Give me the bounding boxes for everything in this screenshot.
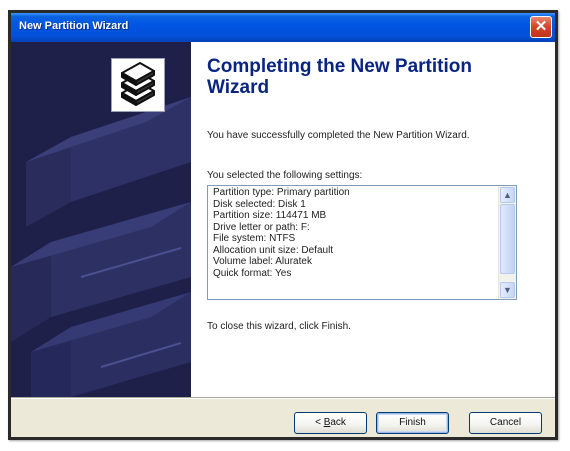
setting-line: Quick format: Yes: [213, 267, 292, 279]
back-button[interactable]: < Back: [294, 412, 367, 434]
scroll-up-button[interactable]: ▲: [500, 187, 515, 203]
settings-label: You selected the following settings:: [207, 170, 363, 181]
page-title: Completing the New Partition Wizard: [207, 56, 472, 98]
wizard-side-panel: [11, 42, 191, 397]
success-message: You have successfully completed the New …: [207, 130, 470, 141]
chevron-up-icon: ▲: [503, 190, 512, 200]
window-title: New Partition Wizard: [19, 20, 129, 32]
setting-line: Drive letter or path: F:: [213, 221, 310, 233]
stacked-disks-icon: [111, 58, 165, 112]
scroll-down-button[interactable]: ▼: [500, 282, 515, 298]
wizard-content: Completing the New Partition Wizard You …: [191, 42, 555, 397]
settings-scrollbar[interactable]: ▲ ▼: [498, 186, 516, 299]
setting-line: Partition size: 114471 MB: [213, 210, 327, 221]
setting-line: Volume label: Aluratek: [213, 256, 312, 267]
settings-summary-box[interactable]: Partition type: Primary partition Disk s…: [207, 185, 517, 300]
close-button[interactable]: ✕: [530, 16, 552, 38]
setting-line: Partition type: Primary partition: [213, 187, 350, 198]
title-bar[interactable]: New Partition Wizard ✕: [11, 13, 555, 42]
back-button-prefix: <: [315, 417, 324, 428]
back-button-label: ack: [330, 417, 346, 428]
settings-list: Partition type: Primary partition Disk s…: [213, 187, 498, 279]
finish-button[interactable]: Finish: [376, 412, 449, 434]
cancel-button[interactable]: Cancel: [469, 412, 542, 434]
setting-line: File system: NTFS: [213, 233, 296, 244]
button-bar: < Back Finish Cancel: [11, 397, 555, 437]
close-instruction: To close this wizard, click Finish.: [207, 321, 351, 332]
scroll-thumb[interactable]: [500, 204, 515, 274]
wizard-window: New Partition Wizard ✕ Completing the Ne…: [8, 10, 558, 440]
setting-line: Disk selected: Disk 1: [213, 198, 306, 210]
setting-line: Allocation unit size: Default: [213, 244, 334, 256]
close-icon: ✕: [534, 18, 548, 35]
chevron-down-icon: ▼: [503, 285, 512, 295]
